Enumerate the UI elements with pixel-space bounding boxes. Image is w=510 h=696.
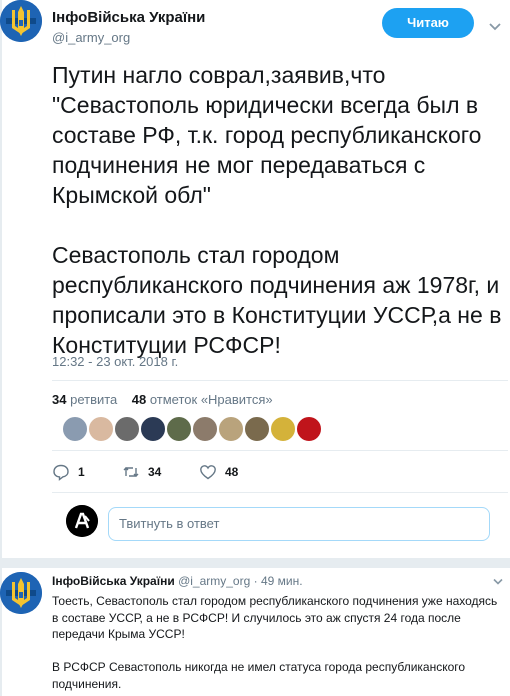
trident-avatar-icon [0,572,42,614]
reply-input[interactable]: Твитнуть в ответ [108,507,490,541]
liker-avatar[interactable] [114,416,140,442]
reply-action[interactable]: 1 [52,462,85,482]
like-count: 48 [225,465,239,479]
reply-author-avatar[interactable] [0,572,42,614]
tweet-stats: 34 ретвита 48 отметок «Нравится» [52,392,273,407]
retweet-count: 34 [148,465,162,479]
retweets-count[interactable]: 34 [52,392,66,407]
reply-time[interactable]: · 49 мин. [254,574,303,588]
author-avatar[interactable] [0,0,42,42]
reply-author-handle[interactable]: @i_army_org [178,574,250,588]
divider [52,380,508,381]
likes-count[interactable]: 48 [132,392,146,407]
reply-author-name[interactable]: ІнфоВійська України [52,574,175,588]
liker-avatar[interactable] [140,416,166,442]
tweet-actions: 1 34 48 [52,462,352,482]
liker-avatar[interactable] [88,416,114,442]
section-separator [0,558,510,568]
tweet-header: ІнфоВійська України @i_army_org Читаю [0,0,510,52]
author-name[interactable]: ІнфоВійська України [52,9,205,26]
liker-avatar[interactable] [296,416,322,442]
tweet-text: Путин нагло соврал,заявив,что "Севастопо… [52,62,502,358]
liker-avatar[interactable] [166,416,192,442]
liker-avatar[interactable] [218,416,244,442]
tweet-timestamp[interactable]: 12:32 - 23 окт. 2018 г. [52,354,178,369]
liker-avatar[interactable] [270,416,296,442]
reply-count: 1 [78,465,85,479]
author-handle[interactable]: @i_army_org [52,30,130,45]
like-icon [200,465,216,480]
retweet-icon [123,467,139,477]
retweet-action[interactable]: 34 [122,462,161,482]
reply-text: Тоесть, Севастополь стал городом республ… [52,594,498,691]
user-avatar[interactable] [66,505,98,537]
likes-label[interactable]: отметок «Нравится» [150,392,273,407]
divider [52,450,508,451]
reply-icon [53,464,69,481]
reply-header: ІнфоВійська України @i_army_org · 49 мин… [52,574,303,588]
caret-down-icon[interactable] [488,22,502,32]
follow-button[interactable]: Читаю [382,8,474,38]
retweets-label[interactable]: ретвита [70,392,117,407]
divider [52,492,508,493]
caret-down-icon[interactable] [492,578,504,586]
like-action[interactable]: 48 [199,462,238,482]
liker-avatar[interactable] [62,416,88,442]
trident-avatar-icon [0,0,42,42]
liker-avatar[interactable] [244,416,270,442]
liker-avatar[interactable] [192,416,218,442]
